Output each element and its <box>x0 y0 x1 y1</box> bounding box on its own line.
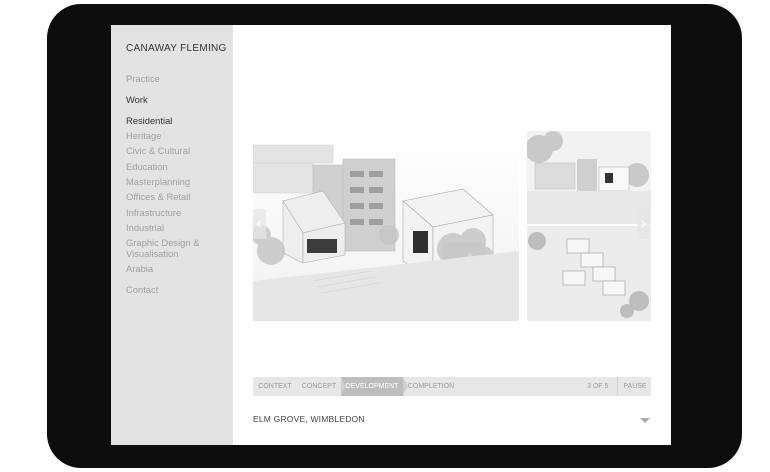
chevron-left-icon[interactable]: ‹ <box>253 209 266 239</box>
category-arabia[interactable]: Arabia <box>126 263 153 274</box>
nav-contact[interactable]: Contact <box>126 284 158 295</box>
category-heritage[interactable]: Heritage <box>126 130 161 141</box>
chevron-right-icon[interactable]: › <box>637 209 650 239</box>
tab-context[interactable]: CONTEXT <box>253 377 297 396</box>
screen: CANAWAY FLEMING Practice Work Residentia… <box>111 25 671 445</box>
triangle-down-icon[interactable] <box>640 418 650 423</box>
hero-image <box>253 131 519 321</box>
tab-concept[interactable]: CONCEPT <box>297 377 341 396</box>
tab-development[interactable]: DEVELOPMENT <box>341 377 403 396</box>
tab-completion[interactable]: COMPLETION <box>403 377 459 396</box>
tab-separator <box>341 377 346 395</box>
category-industrial[interactable]: Industrial <box>126 222 164 233</box>
category-graphic-design[interactable]: Graphic Design & <box>126 237 199 248</box>
category-civic-cultural[interactable]: Civic & Cultural <box>126 145 190 156</box>
nav-practice[interactable]: Practice <box>126 73 160 84</box>
nav-work[interactable]: Work <box>126 94 148 105</box>
category-residential[interactable]: Residential <box>126 115 172 126</box>
category-masterplanning[interactable]: Masterplanning <box>126 176 190 187</box>
project-title: ELM GROVE, WIMBLEDON <box>253 414 365 424</box>
category-education[interactable]: Education <box>126 161 168 172</box>
tab-separator <box>403 377 408 395</box>
category-visualisation[interactable]: Visualisation <box>126 248 178 259</box>
category-offices-retail[interactable]: Offices & Retail <box>126 191 190 202</box>
thumbnail-images <box>527 131 651 321</box>
gallery-tabbar: CONTEXT CONCEPT DEVELOPMENT COMPLETION 3… <box>253 377 651 396</box>
sidebar: CANAWAY FLEMING Practice Work Residentia… <box>111 25 233 445</box>
brand-logo[interactable]: CANAWAY FLEMING <box>126 43 227 54</box>
slide-counter: 3 OF 5 <box>587 383 609 390</box>
main-content: ‹ › CONTEXT CONCEPT DEVELOPMENT COMPLETI… <box>233 25 671 445</box>
pause-button[interactable]: PAUSE <box>617 377 652 396</box>
category-infrastructure[interactable]: Infrastructure <box>126 207 181 218</box>
